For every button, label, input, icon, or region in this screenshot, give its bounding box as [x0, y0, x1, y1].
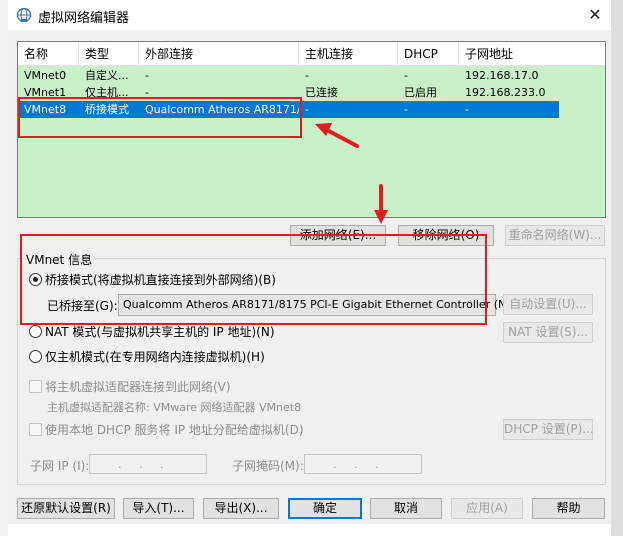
import-button[interactable]: 导入(T)...	[123, 498, 194, 519]
nat-mode-radio[interactable]	[29, 325, 42, 338]
virtual-network-editor-window: 虚拟网络编辑器 ✕ 名称 类型 外部连接 主机连接 DHCP 子网地址 VMne…	[0, 0, 623, 536]
cell-type: 自定义...	[85, 69, 129, 82]
subnet-mask-value: . . .	[333, 458, 379, 471]
annotation-box-selected-row	[18, 97, 302, 138]
apply-button[interactable]: 应用(A)	[451, 498, 523, 519]
list-header: 名称 类型 外部连接 主机连接 DHCP 子网地址	[18, 42, 605, 66]
cell-host: 已连接	[305, 86, 338, 99]
network-globe-icon	[16, 7, 32, 23]
cell-external: -	[145, 69, 149, 82]
subnet-ip-input[interactable]: . . .	[89, 454, 207, 474]
background-right-strip	[611, 0, 623, 536]
cell-host: -	[305, 103, 309, 116]
annotation-box-bridge-settings	[20, 234, 487, 325]
cell-subnet: 192.168.17.0	[465, 69, 539, 82]
use-dhcp-label[interactable]: 使用本地 DHCP 服务将 IP 地址分配给虚拟机(D)	[45, 421, 304, 438]
export-button[interactable]: 导出(X)...	[203, 498, 279, 519]
column-header-name[interactable]: 名称	[18, 42, 79, 66]
cell-subnet: -	[465, 103, 469, 116]
subnet-mask-label: 子网掩码(M):	[232, 459, 304, 473]
subnet-ip-value: . . .	[118, 458, 164, 471]
column-header-dhcp[interactable]: DHCP	[398, 42, 459, 66]
cancel-button[interactable]: 取消	[370, 498, 442, 519]
cell-dhcp: 已启用	[404, 86, 437, 99]
background-left-strip	[0, 0, 8, 536]
column-header-type[interactable]: 类型	[79, 42, 139, 66]
subnet-mask-input[interactable]: . . .	[304, 454, 422, 474]
adapter-name-text: 主机虚拟适配器名称: VMware 网络适配器 VMnet8	[47, 401, 302, 414]
cell-dhcp: -	[404, 69, 408, 82]
column-header-external[interactable]: 外部连接	[139, 42, 299, 66]
cell-dhcp: -	[404, 103, 408, 116]
auto-settings-button[interactable]: 自动设置(U)...	[503, 294, 593, 315]
help-button[interactable]: 帮助	[532, 498, 605, 519]
connect-adapter-checkbox[interactable]	[29, 380, 42, 393]
ok-button[interactable]: 确定	[288, 498, 362, 519]
use-dhcp-checkbox[interactable]	[29, 423, 42, 436]
nat-settings-button[interactable]: NAT 设置(S)...	[503, 322, 593, 343]
dhcp-settings-button[interactable]: DHCP 设置(P)...	[503, 419, 594, 440]
window-title: 虚拟网络编辑器	[38, 11, 130, 26]
restore-defaults-button[interactable]: 还原默认设置(R)	[17, 498, 115, 519]
cell-name: VMnet0	[24, 69, 67, 82]
host-only-radio[interactable]	[29, 350, 42, 363]
column-header-subnet[interactable]: 子网地址	[459, 42, 605, 66]
host-only-label[interactable]: 仅主机模式(在专用网络内连接虚拟机)(H)	[45, 348, 265, 365]
nat-mode-label[interactable]: NAT 模式(与虚拟机共享主机的 IP 地址)(N)	[45, 323, 275, 340]
subnet-ip-label: 子网 IP (I):	[30, 459, 90, 473]
rename-network-button[interactable]: 重命名网络(W)...	[505, 225, 605, 246]
column-header-host[interactable]: 主机连接	[299, 42, 398, 66]
table-row-vmnet0[interactable]: VMnet0 自定义... - - - 192.168.17.0	[18, 67, 559, 84]
close-icon[interactable]: ✕	[582, 3, 608, 27]
connect-adapter-label[interactable]: 将主机虚拟适配器连接到此网络(V)	[45, 378, 231, 395]
cell-host: -	[305, 69, 309, 82]
background-bottom-strip	[8, 524, 611, 536]
cell-subnet: 192.168.233.0	[465, 86, 546, 99]
